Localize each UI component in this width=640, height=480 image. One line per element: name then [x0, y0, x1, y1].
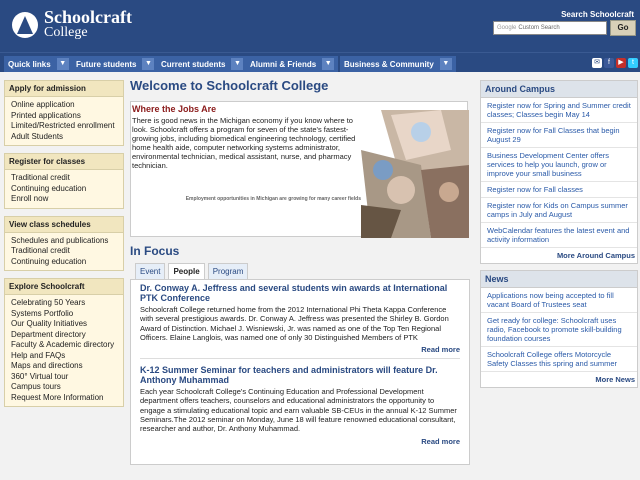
nav-future-students[interactable]: Future students ▼ [72, 56, 159, 72]
list-item[interactable]: WebCalendar features the latest event an… [481, 223, 637, 248]
around-campus-title: Around Campus [481, 81, 637, 98]
register-box-title[interactable]: Register for classes [5, 154, 123, 170]
facebook-icon[interactable]: f [604, 58, 614, 68]
nav-label: Quick links [8, 59, 51, 69]
in-focus-tabs: Event People Program [130, 263, 470, 279]
list-item[interactable]: Continuing education [11, 184, 118, 195]
list-item[interactable]: Applications now being accepted to fill … [481, 288, 637, 313]
list-item[interactable]: Register now for Fall classes [481, 182, 637, 198]
main-nav: Quick links ▼ Future students ▼ Current … [0, 52, 640, 72]
search-label: Search Schoolcraft [561, 10, 634, 19]
list-item[interactable]: Register now for Spring and Summer credi… [481, 98, 637, 123]
list-item[interactable]: Business Development Center offers servi… [481, 148, 637, 182]
more-news-link[interactable]: More News [481, 372, 637, 387]
explore-box-title[interactable]: Explore Schoolcraft [5, 279, 123, 295]
list-item[interactable]: Continuing education [11, 257, 118, 268]
email-icon[interactable]: ✉ [592, 58, 602, 68]
list-item[interactable]: Register now for Fall Classes that begin… [481, 123, 637, 148]
chevron-down-icon[interactable]: ▼ [231, 58, 244, 70]
college-logo[interactable]: Schoolcraft College [12, 7, 132, 40]
nav-alumni-friends[interactable]: Alumni & Friends ▼ [246, 56, 339, 72]
page-title: Welcome to Schoolcraft College [130, 78, 329, 93]
around-campus-box: Around Campus Register now for Spring an… [480, 80, 638, 264]
schedules-box: View class schedules Schedules and publi… [4, 215, 124, 271]
main-content: Welcome to Schoolcraft College Where the… [130, 78, 470, 465]
news-title: News [481, 271, 637, 288]
chevron-down-icon[interactable]: ▼ [322, 58, 335, 70]
article-text: Each year Schoolcraft College's Continui… [140, 387, 457, 434]
feature-panel[interactable]: Where the Jobs Are There is good news in… [130, 101, 469, 238]
nav-label: Current students [161, 59, 226, 69]
list-item[interactable]: Get ready for college: Schoolcraft uses … [481, 313, 637, 347]
feature-caption: Employment opportunities in Michigan are… [185, 196, 361, 202]
list-item[interactable]: Limited/Restricted enrollment [11, 121, 118, 132]
logo-text: Schoolcraft College [44, 7, 132, 40]
list-item[interactable]: Maps and directions [11, 361, 118, 372]
list-item[interactable]: Traditional credit [11, 173, 118, 184]
feature-title[interactable]: Where the Jobs Are [132, 104, 216, 114]
list-item[interactable]: Register now for Kids on Campus summer c… [481, 198, 637, 223]
nav-label: Alumni & Friends [250, 59, 317, 69]
nav-quick-links[interactable]: Quick links ▼ [4, 56, 73, 72]
schedules-box-title[interactable]: View class schedules [5, 216, 123, 233]
logo-line-2: College [44, 25, 88, 40]
chevron-down-icon[interactable]: ▼ [56, 58, 69, 70]
list-item[interactable]: Campus tours [11, 382, 118, 393]
read-more-link[interactable]: Read more [140, 345, 460, 354]
list-item[interactable]: Traditional credit [11, 246, 118, 257]
list-item[interactable]: Our Quality Initiatives [11, 319, 118, 330]
list-item[interactable]: Printed applications [11, 111, 118, 122]
right-sidebar: Around Campus Register now for Spring an… [480, 80, 638, 394]
nav-label: Future students [76, 59, 137, 69]
nav-label: Business & Community [344, 59, 434, 69]
site-header: Schoolcraft College Search Schoolcraft G… [0, 0, 640, 52]
tab-event[interactable]: Event [135, 263, 166, 279]
more-around-campus-link[interactable]: More Around Campus [481, 248, 637, 263]
apply-box: Apply for admission Online application P… [4, 80, 124, 146]
apply-box-title[interactable]: Apply for admission [5, 81, 123, 97]
read-more-link[interactable]: Read more [140, 437, 460, 446]
logo-emblem-icon [12, 12, 38, 38]
nav-current-students[interactable]: Current students ▼ [157, 56, 248, 72]
search-input[interactable]: Google Custom Search [493, 21, 607, 35]
register-box: Register for classes Traditional credit … [4, 153, 124, 209]
logo-line-1: Schoolcraft [44, 7, 132, 27]
search-go-button[interactable]: Go [610, 20, 636, 36]
list-item[interactable]: Celebrating 50 Years [11, 298, 118, 309]
feature-photo-collage [361, 110, 469, 238]
youtube-icon[interactable]: ▶ [616, 58, 626, 68]
in-focus-panel: Dr. Conway A. Jeffress and several stude… [130, 279, 470, 465]
list-item[interactable]: Request More Information [11, 393, 118, 404]
list-item[interactable]: Schoolcraft College offers Motorcycle Sa… [481, 347, 637, 372]
list-item[interactable]: Adult Students [11, 132, 118, 143]
list-item[interactable]: Help and FAQs [11, 351, 118, 362]
search-placeholder: Custom Search [518, 25, 560, 31]
chevron-down-icon[interactable]: ▼ [142, 58, 155, 70]
article-title[interactable]: K-12 Summer Seminar for teachers and adm… [140, 365, 460, 385]
list-item[interactable]: Enroll now [11, 194, 118, 205]
tab-people[interactable]: People [168, 263, 205, 279]
tab-program[interactable]: Program [207, 263, 249, 279]
list-item[interactable]: Department directory [11, 330, 118, 341]
in-focus-title: In Focus [130, 244, 180, 258]
twitter-icon[interactable]: t [628, 58, 638, 68]
list-item[interactable]: Schedules and publications [11, 236, 118, 247]
list-item[interactable]: 360° Virtual tour [11, 372, 118, 383]
chevron-down-icon[interactable]: ▼ [439, 58, 452, 70]
article-title[interactable]: Dr. Conway A. Jeffress and several stude… [140, 283, 460, 303]
explore-box: Explore Schoolcraft Celebrating 50 Years… [4, 278, 124, 407]
list-item[interactable]: Online application [11, 100, 118, 111]
list-item[interactable]: Faculty & Academic directory [11, 340, 118, 351]
left-sidebar: Apply for admission Online application P… [4, 80, 124, 414]
news-box: News Applications now being accepted to … [480, 270, 638, 388]
nav-business-community[interactable]: Business & Community ▼ [340, 56, 456, 72]
article: K-12 Summer Seminar for teachers and adm… [140, 365, 460, 449]
feature-text: There is good news in the Michigan econo… [132, 116, 356, 170]
article: Dr. Conway A. Jeffress and several stude… [140, 283, 460, 360]
article-text: Schoolcraft College returned home from t… [140, 305, 449, 342]
search-brand: Google [497, 25, 517, 31]
social-links: ✉ f ▶ t [592, 58, 638, 68]
list-item[interactable]: Systems Portfolio [11, 309, 118, 320]
